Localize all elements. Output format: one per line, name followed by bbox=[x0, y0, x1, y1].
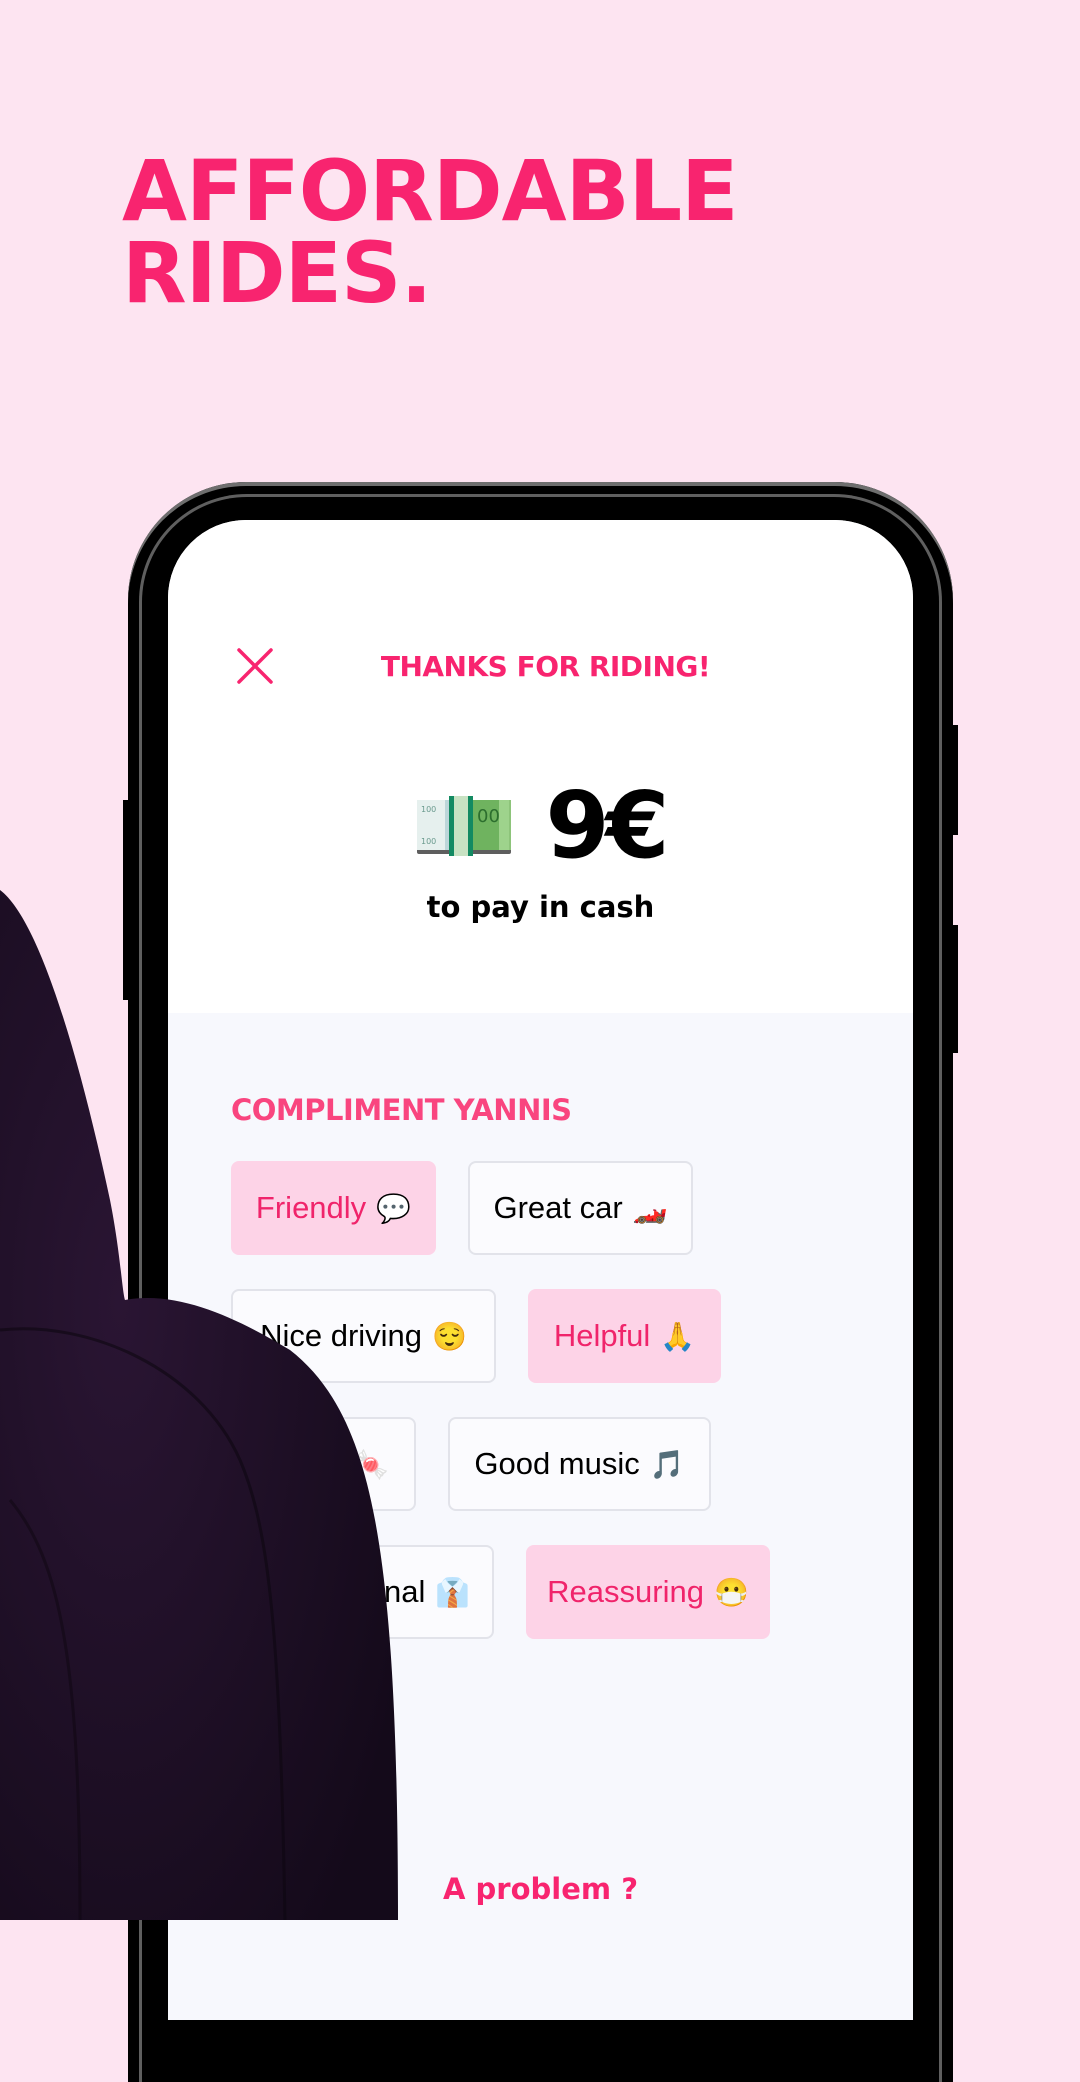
headline-line-2: RIDES. bbox=[122, 224, 432, 322]
candy-icon: 🍬 bbox=[354, 1448, 390, 1480]
compliment-chip-nice-driving[interactable]: Nice driving 😌 bbox=[231, 1289, 496, 1383]
chip-label: Sweet bbox=[257, 1446, 345, 1481]
compliment-chip-reassuring[interactable]: Reassuring 😷 bbox=[526, 1545, 770, 1639]
receipt-header-panel bbox=[168, 520, 913, 1013]
report-problem-link[interactable]: A problem ? bbox=[168, 1872, 913, 1906]
promo-headline: AFFORDABLE RIDES. bbox=[122, 142, 739, 322]
race-car-icon: 🏎️ bbox=[632, 1192, 668, 1224]
mask-face-icon: 😷 bbox=[713, 1576, 749, 1608]
necktie-shirt-icon: 👔 bbox=[435, 1576, 471, 1608]
headline-line-1: AFFORDABLE bbox=[122, 142, 739, 240]
compliment-section-title: COMPLIMENT YANNIS bbox=[231, 1093, 572, 1127]
chip-label: Friendly bbox=[255, 1190, 367, 1225]
banknote-icon: 100 100 00 bbox=[417, 796, 512, 856]
payment-method-caption: to pay in cash bbox=[426, 890, 655, 924]
compliment-chip-sweet[interactable]: Sweet 🍬 bbox=[231, 1417, 416, 1511]
chip-label: Good music bbox=[474, 1446, 640, 1481]
svg-text:00: 00 bbox=[477, 806, 500, 827]
screen-title: THANKS FOR RIDING! bbox=[380, 650, 711, 683]
chip-label: Professional bbox=[254, 1574, 426, 1609]
relieved-face-icon: 😌 bbox=[432, 1320, 467, 1352]
svg-text:100: 100 bbox=[421, 805, 436, 814]
compliment-chip-helpful[interactable]: Helpful 🙏 bbox=[528, 1289, 721, 1383]
chip-label: Helpful bbox=[553, 1318, 651, 1353]
svg-text:100: 100 bbox=[421, 837, 436, 846]
compliment-chip-friendly[interactable]: Friendly 💬 bbox=[231, 1161, 436, 1255]
compliment-chip-great-car[interactable]: Great car 🏎️ bbox=[468, 1161, 693, 1255]
phone-screen: THANKS FOR RIDING! 100 100 00 9€ to pay … bbox=[168, 520, 913, 2020]
compliment-chip-professional[interactable]: Professional 👔 bbox=[231, 1545, 494, 1639]
chip-label: Great car bbox=[493, 1190, 623, 1225]
speech-bubble-icon: 💬 bbox=[376, 1192, 412, 1224]
payment-summary: 100 100 00 9€ bbox=[168, 780, 913, 872]
folded-hands-icon: 🙏 bbox=[660, 1320, 696, 1352]
fare-amount: 9€ bbox=[545, 772, 669, 879]
music-note-icon: 🎵 bbox=[649, 1448, 685, 1480]
chip-label: Reassuring bbox=[547, 1574, 704, 1609]
compliment-chip-good-music[interactable]: Good music 🎵 bbox=[448, 1417, 711, 1511]
chip-label: Nice driving bbox=[260, 1318, 423, 1353]
